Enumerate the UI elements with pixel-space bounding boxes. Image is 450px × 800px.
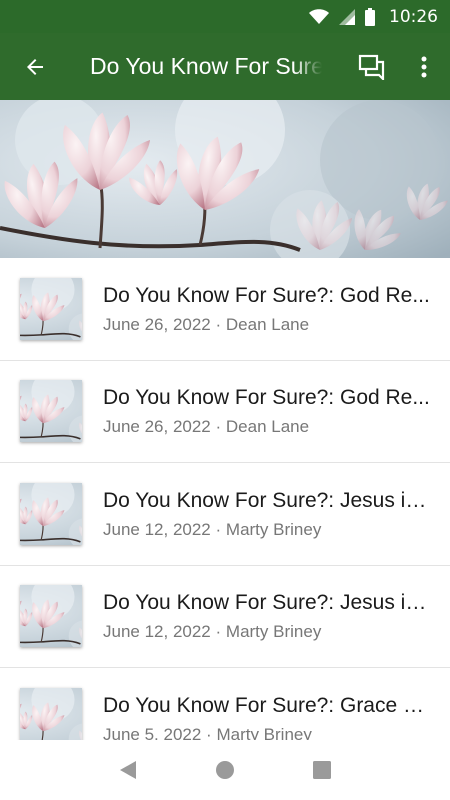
item-title: Do You Know For Sure?: God Re... — [103, 386, 430, 410]
item-date: June 5, 2022 — [103, 724, 202, 740]
battery-icon — [365, 7, 375, 26]
item-speaker: Marty Briney — [225, 519, 322, 539]
item-title: Do You Know For Sure?: God Re... — [103, 283, 430, 307]
app-bar: Do You Know For Sure? — [0, 33, 450, 100]
back-button[interactable] — [0, 33, 70, 100]
magnolia-image — [0, 100, 450, 258]
back-arrow-icon — [27, 58, 43, 75]
hero-image — [0, 100, 450, 258]
item-date: June 12, 2022 — [103, 622, 211, 642]
item-speaker: Marty Briney — [216, 724, 312, 740]
cell-signal-icon — [339, 8, 355, 25]
more-options-button[interactable] — [398, 33, 450, 100]
thumbnail-image — [20, 277, 82, 340]
item-date: June 12, 2022 — [103, 519, 211, 539]
list-item[interactable]: Do You Know For Sure?: Jesus is... June … — [0, 566, 450, 668]
list-item[interactable]: Do You Know For Sure?: Jesus is... June … — [0, 463, 450, 566]
recents-square-icon — [312, 761, 331, 779]
system-nav-bar — [0, 740, 450, 800]
app-bar-actions — [346, 33, 450, 100]
item-date: June 26, 2022 — [103, 314, 211, 334]
nav-recents-button[interactable] — [302, 750, 342, 790]
chat-button[interactable] — [346, 33, 398, 100]
thumbnail-image — [20, 585, 82, 648]
item-speaker: Marty Briney — [225, 622, 322, 642]
nav-back-button[interactable] — [108, 750, 148, 790]
item-date: June 26, 2022 — [103, 417, 211, 437]
item-speaker: Dean Lane — [225, 417, 310, 437]
item-separator: · — [206, 724, 212, 740]
wifi-icon — [309, 8, 329, 24]
thumbnail-image — [20, 380, 82, 443]
item-separator: · — [215, 417, 222, 437]
thumbnail-image — [20, 687, 82, 740]
status-bar: 10:26 — [0, 0, 450, 33]
home-circle-icon — [215, 761, 234, 779]
sermon-list: Do You Know For Sure?: God Re... June 26… — [0, 258, 450, 740]
status-time: 10:26 — [389, 6, 438, 27]
item-separator: · — [215, 519, 222, 539]
item-title: Do You Know For Sure?: Grace U... — [103, 693, 433, 717]
back-triangle-icon — [120, 761, 137, 779]
item-speaker: Dean Lane — [225, 314, 310, 334]
page-title: Do You Know For Sure? — [90, 53, 322, 79]
item-separator: · — [215, 314, 222, 334]
item-title: Do You Know For Sure?: Jesus is... — [103, 591, 433, 615]
item-separator: · — [215, 622, 222, 642]
list-item[interactable]: Do You Know For Sure?: God Re... June 26… — [0, 258, 450, 361]
thumbnail-image — [20, 482, 82, 545]
more-vert-icon — [421, 56, 427, 77]
list-item[interactable]: Do You Know For Sure?: God Re... June 26… — [0, 361, 450, 463]
nav-home-button[interactable] — [205, 750, 245, 790]
list-item[interactable]: Do You Know For Sure?: Grace U... June 5… — [0, 668, 450, 740]
chat-bubbles-icon — [358, 54, 385, 80]
item-title: Do You Know For Sure?: Jesus is... — [103, 488, 433, 512]
